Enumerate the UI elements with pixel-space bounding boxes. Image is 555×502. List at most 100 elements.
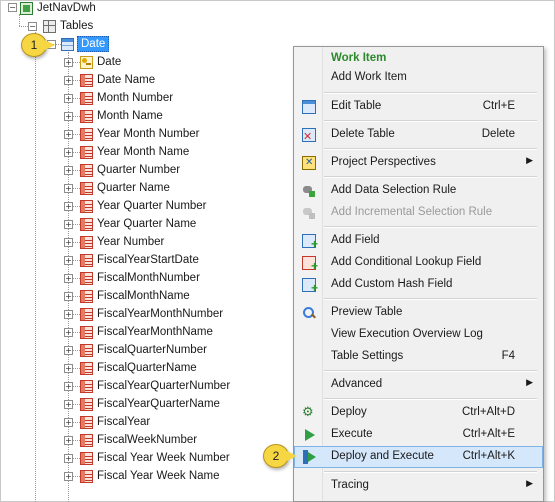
tree-node-field[interactable]: Year Month Name: [80, 143, 189, 161]
expand-toggle[interactable]: +: [64, 436, 73, 445]
tree-node-label: FiscalQuarterNumber: [97, 344, 207, 356]
tree-node-field[interactable]: FiscalYearMonthNumber: [80, 305, 223, 323]
tree-node-field[interactable]: Year Quarter Number: [80, 197, 207, 215]
collapse-toggle[interactable]: −: [8, 3, 17, 12]
tree-node-field[interactable]: FiscalYearStartDate: [80, 251, 199, 269]
tree-node-field[interactable]: Quarter Number: [80, 161, 180, 179]
menu-item-shortcut: Ctrl+Alt+E: [462, 428, 515, 440]
expand-toggle[interactable]: +: [64, 202, 73, 211]
menu-item-shortcut: Ctrl+Alt+D: [461, 406, 515, 418]
selection-rule-icon: [302, 184, 316, 198]
tree-node-field[interactable]: FiscalMonthName: [80, 287, 190, 305]
menu-item-add-field[interactable]: Add Field: [294, 230, 543, 252]
expand-toggle[interactable]: +: [64, 454, 73, 463]
expand-toggle[interactable]: +: [64, 310, 73, 319]
tree-node-label: Year Month Name: [97, 146, 190, 158]
menu-item-project-perspectives[interactable]: Project Perspectives ▶: [294, 152, 543, 174]
menu-item-view-execution-overview-log[interactable]: View Execution Overview Log: [294, 324, 543, 346]
tree-node-field[interactable]: Month Name: [80, 107, 163, 125]
tree-node-label: Date: [97, 56, 122, 68]
menu-item-add-custom-hash-field[interactable]: Add Custom Hash Field: [294, 274, 543, 296]
menu-item-deploy-and-execute[interactable]: Deploy and Execute Ctrl+Alt+K: [294, 446, 543, 468]
expand-toggle[interactable]: +: [64, 220, 73, 229]
callout-badge-1: 1: [21, 33, 55, 57]
tree-node-field[interactable]: FiscalWeekNumber: [80, 431, 197, 449]
menu-item-add-conditional-lookup-field[interactable]: Add Conditional Lookup Field: [294, 252, 543, 274]
expand-toggle[interactable]: +: [64, 112, 73, 121]
collapse-toggle[interactable]: −: [28, 22, 37, 31]
search-icon: [302, 306, 316, 320]
expand-toggle[interactable]: +: [64, 400, 73, 409]
field-icon: [80, 127, 93, 141]
expand-toggle[interactable]: +: [64, 238, 73, 247]
tree-node-field[interactable]: FiscalMonthNumber: [80, 269, 200, 287]
expand-toggle[interactable]: +: [64, 472, 73, 481]
menu-separator: [324, 176, 537, 178]
menu-item-label: Add Data Selection Rule: [331, 184, 457, 196]
expand-toggle[interactable]: +: [64, 364, 73, 373]
expand-toggle[interactable]: +: [64, 94, 73, 103]
tree-node-field[interactable]: Year Number: [80, 233, 164, 251]
expand-toggle[interactable]: +: [64, 328, 73, 337]
expand-toggle[interactable]: +: [64, 184, 73, 193]
expand-toggle[interactable]: +: [64, 418, 73, 427]
submenu-arrow-icon: ▶: [526, 377, 533, 387]
tree-node-field[interactable]: Quarter Name: [80, 179, 170, 197]
field-icon: [80, 271, 93, 285]
menu-item-deploy[interactable]: Deploy Ctrl+Alt+D: [294, 402, 543, 424]
menu-item-add-work-item[interactable]: Add Work Item: [294, 67, 543, 89]
tree-node-date-table[interactable]: Date: [61, 35, 110, 53]
tree-node-field[interactable]: Fiscal Year Week Name: [80, 467, 220, 485]
tree-node-label: Date Name: [97, 74, 156, 86]
menu-item-advanced[interactable]: Advanced ▶: [294, 374, 543, 396]
tree-node-label: FiscalMonthName: [97, 290, 190, 302]
tree-node-field[interactable]: FiscalYearQuarterName: [80, 395, 220, 413]
menu-item-label: Table Settings: [331, 350, 404, 362]
tree-node-field[interactable]: Date: [80, 53, 121, 71]
expand-toggle[interactable]: +: [64, 130, 73, 139]
field-icon: [80, 307, 93, 321]
expand-toggle[interactable]: +: [64, 346, 73, 355]
deploy-icon: [302, 405, 316, 420]
tree-node-field[interactable]: FiscalYearQuarterNumber: [80, 377, 230, 395]
tree-node-field[interactable]: FiscalYearMonthName: [80, 323, 213, 341]
tree-node-field[interactable]: FiscalQuarterNumber: [80, 341, 207, 359]
tree-connector: [35, 32, 36, 502]
tree-node-field[interactable]: FiscalYear: [80, 413, 150, 431]
callout-badge-2: 2: [263, 444, 297, 468]
menu-item-table-settings[interactable]: Table Settings F4: [294, 346, 543, 368]
menu-item-label: Add Custom Hash Field: [331, 278, 453, 290]
field-icon: [80, 163, 93, 177]
expand-toggle[interactable]: +: [64, 382, 73, 391]
delete-table-icon: [302, 128, 316, 143]
menu-item-edit-table[interactable]: Edit Table Ctrl+E: [294, 96, 543, 118]
tree-node-root[interactable]: JetNavDwh: [20, 0, 96, 17]
menu-item-add-data-selection-rule[interactable]: Add Data Selection Rule: [294, 180, 543, 202]
field-icon: [80, 361, 93, 375]
tree-node-field[interactable]: Year Quarter Name: [80, 215, 196, 233]
tree-node-field[interactable]: Fiscal Year Week Number: [80, 449, 230, 467]
expand-toggle[interactable]: +: [64, 256, 73, 265]
expand-toggle[interactable]: +: [64, 148, 73, 157]
tree-node-field[interactable]: Month Number: [80, 89, 173, 107]
menu-item-tracing[interactable]: Tracing ▶: [294, 475, 543, 497]
field-icon: [80, 451, 93, 465]
tree-node-tables[interactable]: Tables: [43, 17, 93, 35]
expand-toggle[interactable]: +: [64, 76, 73, 85]
menu-item-execute[interactable]: Execute Ctrl+Alt+E: [294, 424, 543, 446]
field-icon: [80, 145, 93, 159]
menu-item-label: Project Perspectives: [331, 156, 436, 168]
tree-node-field[interactable]: FiscalQuarterName: [80, 359, 197, 377]
expand-toggle[interactable]: +: [64, 274, 73, 283]
expand-toggle[interactable]: +: [64, 58, 73, 67]
field-icon: [80, 253, 93, 267]
tree-node-label: Month Name: [97, 110, 163, 122]
menu-item-preview-table[interactable]: Preview Table: [294, 302, 543, 324]
tree-node-field[interactable]: Year Month Number: [80, 125, 200, 143]
tree-node-label: FiscalYearMonthName: [97, 326, 213, 338]
menu-item-delete-table[interactable]: Delete Table Delete: [294, 124, 543, 146]
expand-toggle[interactable]: +: [64, 166, 73, 175]
menu-item-add-incremental-selection-rule: Add Incremental Selection Rule: [294, 202, 543, 224]
tree-node-field[interactable]: Date Name: [80, 71, 155, 89]
expand-toggle[interactable]: +: [64, 292, 73, 301]
